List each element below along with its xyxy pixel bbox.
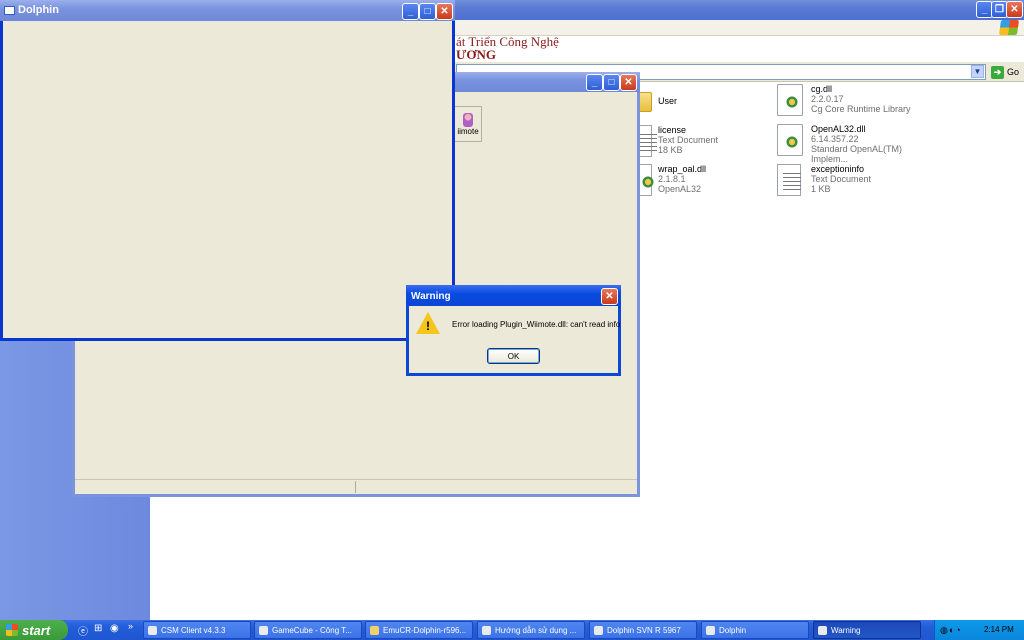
- address-dropdown-button[interactable]: ▼: [971, 65, 984, 78]
- network-tray-icon[interactable]: ◍: [940, 625, 949, 635]
- file-item-exceptioninfo[interactable]: exceptioninfo Text Document 1 KB: [777, 164, 937, 200]
- app-icon: [4, 6, 15, 15]
- file-version: 2.2.0.17: [811, 94, 844, 104]
- file-item-wrap-oal-dll[interactable]: wrap_oal.dll 2.1.8.1 OpenAL32: [624, 164, 784, 200]
- minimize-icon: _: [402, 3, 419, 20]
- ie-icon: [482, 625, 491, 635]
- dialog-title: Warning: [411, 291, 451, 302]
- file-item-openal32-dll[interactable]: OpenAL32.dll 6.14.357.22 Standard OpenAL(T…: [777, 124, 937, 164]
- taskbar-item-gamecube[interactable]: GameCube - Công T...: [254, 621, 362, 639]
- taskbar-item-huong-dan[interactable]: Hướng dẫn sử dụng ...: [477, 621, 585, 639]
- network-quicklaunch-icon[interactable]: ⊞: [94, 623, 106, 636]
- dialog-close-button[interactable]: ✕: [601, 288, 618, 305]
- taskbar-item-dolphin[interactable]: Dolphin: [701, 621, 809, 639]
- window-title: Dolphin: [18, 4, 59, 16]
- config-minimize-button[interactable]: _: [586, 74, 603, 91]
- explorer-close-button[interactable]: ✕: [1006, 1, 1023, 18]
- folder-icon: [370, 625, 379, 635]
- chevron-down-icon: ▼: [973, 67, 982, 76]
- file-description: Cg Core Runtime Library: [811, 104, 911, 114]
- file-size: 18 KB: [658, 145, 683, 155]
- file-description: OpenAL32: [658, 184, 702, 194]
- wiimote-icon: [463, 112, 473, 127]
- file-item-cg-dll[interactable]: cg.dll 2.2.0.17 Cg Core Runtime Library: [777, 84, 937, 120]
- ie-quicklaunch-icon[interactable]: ⓔ: [78, 623, 90, 638]
- dll-file-icon: [777, 84, 803, 116]
- file-name: license: [658, 125, 687, 135]
- clock[interactable]: 2:14 PM: [984, 625, 1014, 634]
- maximize-icon: □: [419, 3, 436, 20]
- go-label: Go: [1006, 67, 1019, 77]
- dolphin-close-button[interactable]: ✕: [436, 3, 453, 20]
- dolphin-titlebar[interactable]: Dolphin: [0, 0, 455, 21]
- security-tray-icon[interactable]: ◔: [955, 625, 961, 635]
- dialog-message: Error loading Plugin_Wiimote.dll: can't …: [452, 320, 621, 329]
- tray-icons[interactable]: ◍◐◔: [940, 625, 976, 635]
- warning-exclamation: !: [426, 319, 430, 333]
- file-size: 1 KB: [811, 184, 831, 194]
- wiimote-button-label: iimote: [457, 126, 479, 136]
- status-bar-divider: [355, 481, 356, 493]
- dialog-titlebar[interactable]: Warning: [406, 285, 621, 306]
- taskbar-item-dolphin-svn[interactable]: Dolphin SVN R 5967: [589, 621, 697, 639]
- file-name: User: [658, 96, 678, 106]
- go-button[interactable]: ➔ Go: [987, 64, 1023, 80]
- file-name: OpenAL32.dll: [811, 124, 866, 134]
- config-maximize-button[interactable]: □: [603, 74, 620, 91]
- ie-icon: [259, 625, 268, 635]
- maximize-icon: □: [603, 74, 620, 91]
- dolphin-icon: [594, 625, 603, 635]
- file-description: Standard OpenAL(TM) Implem...: [811, 144, 903, 164]
- windows-logo-icon: [998, 20, 1020, 35]
- dolphin-maximize-button[interactable]: □: [419, 3, 436, 20]
- app-icon: [148, 625, 157, 635]
- file-type: Text Document: [658, 135, 719, 145]
- minimize-icon: _: [586, 74, 603, 91]
- taskbar-item-csm-client[interactable]: CSM Client v4.3.3: [143, 621, 251, 639]
- file-item-user[interactable]: User: [624, 86, 784, 122]
- file-name: exceptioninfo: [811, 164, 865, 174]
- quicklaunch-chevron-icon[interactable]: »: [128, 621, 140, 634]
- start-button[interactable]: start: [0, 620, 68, 640]
- close-icon: ✕: [620, 74, 637, 91]
- start-label: start: [22, 622, 51, 638]
- dolphin-minimize-button[interactable]: _: [402, 3, 419, 20]
- close-icon: ✕: [601, 288, 618, 305]
- page-heading-line-2: ƯƠNG: [456, 47, 496, 62]
- file-version: 2.1.8.1: [658, 174, 686, 184]
- close-icon: ✕: [436, 3, 453, 20]
- dolphin-window: [0, 0, 455, 341]
- windows-logo-icon: [6, 624, 18, 636]
- wiimote-config-button[interactable]: iimote: [455, 106, 482, 142]
- media-quicklaunch-icon[interactable]: ◉: [110, 623, 122, 636]
- status-bar: [75, 479, 637, 494]
- text-file-icon: [777, 164, 801, 196]
- file-name: cg.dll: [811, 84, 833, 94]
- config-close-button[interactable]: ✕: [620, 74, 637, 91]
- file-type: Text Document: [811, 174, 872, 184]
- taskbar-item-emucr-folder[interactable]: EmuCR-Dolphin-r596...: [365, 621, 473, 639]
- file-version: 6.14.357.22: [811, 134, 859, 144]
- file-name: wrap_oal.dll: [658, 164, 707, 174]
- dolphin-icon: [818, 625, 827, 635]
- dolphin-icon: [706, 625, 715, 635]
- go-arrow-icon: ➔: [990, 65, 1004, 79]
- taskbar-item-warning[interactable]: Warning: [813, 621, 921, 639]
- close-icon: ✕: [1006, 1, 1023, 18]
- dll-file-icon: [777, 124, 803, 156]
- ok-button[interactable]: OK: [487, 348, 540, 364]
- file-item-license[interactable]: license Text Document 18 KB: [624, 125, 784, 161]
